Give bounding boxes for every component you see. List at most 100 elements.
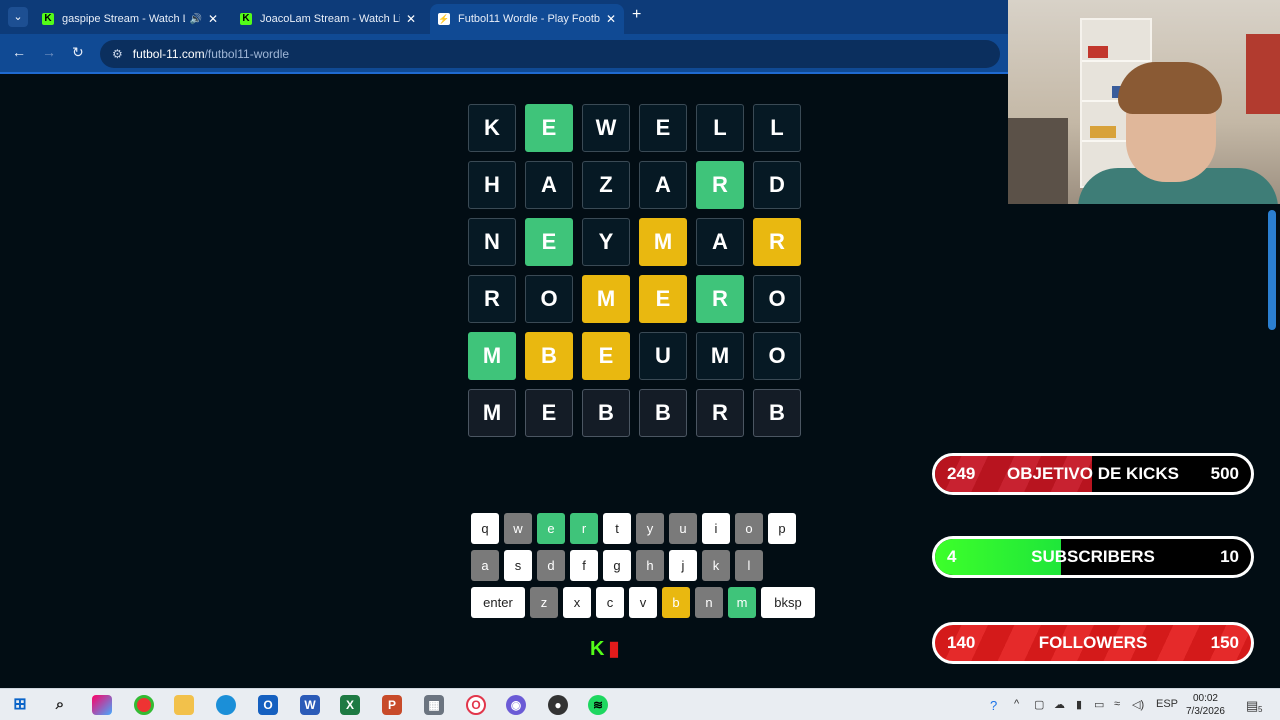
tab-futbol11[interactable]: ⚡ Futbol11 Wordle - Play Football ✕ bbox=[430, 4, 624, 34]
futbol11-favicon-icon: ⚡ bbox=[438, 13, 450, 25]
copilot-icon[interactable] bbox=[92, 695, 112, 715]
key-u[interactable]: u bbox=[669, 513, 697, 544]
key-bksp[interactable]: bksp bbox=[761, 587, 815, 618]
key-c[interactable]: c bbox=[596, 587, 624, 618]
powerpoint-icon[interactable]: P bbox=[382, 695, 402, 715]
key-d[interactable]: d bbox=[537, 550, 565, 581]
cloud-icon[interactable]: ☁ bbox=[1054, 698, 1065, 711]
letter-tile: M bbox=[639, 218, 687, 266]
kick-favicon-icon: K bbox=[240, 13, 252, 25]
word-icon[interactable]: W bbox=[300, 695, 320, 715]
file-explorer-icon[interactable] bbox=[174, 695, 194, 715]
tab-joacolam[interactable]: K JoacoLam Stream - Watch Live ✕ bbox=[232, 4, 424, 34]
wifi-icon[interactable]: ≈ bbox=[1114, 698, 1120, 710]
excel-icon[interactable]: X bbox=[340, 695, 360, 715]
battery-icon[interactable]: ▭ bbox=[1094, 698, 1104, 711]
key-f[interactable]: f bbox=[570, 550, 598, 581]
key-b[interactable]: b bbox=[662, 587, 690, 618]
back-icon[interactable]: ← bbox=[12, 44, 26, 60]
letter-tile: R bbox=[468, 275, 516, 323]
search-icon[interactable]: ⌕ bbox=[50, 695, 70, 715]
opera-icon[interactable]: O bbox=[466, 695, 486, 715]
letter-tile: O bbox=[525, 275, 573, 323]
letter-tile: N bbox=[468, 218, 516, 266]
key-y[interactable]: y bbox=[636, 513, 664, 544]
url-input[interactable]: ⚙ futbol-11.com/futbol11-wordle bbox=[100, 40, 1000, 68]
wordle-grid: KEWELLHAZARDNEYMARROMEROMBEUMOMEBBRB bbox=[468, 104, 810, 446]
windows-start-icon[interactable]: ⊞ bbox=[10, 695, 30, 715]
key-l[interactable]: l bbox=[735, 550, 763, 581]
key-x[interactable]: x bbox=[563, 587, 591, 618]
outlook-icon[interactable]: O bbox=[258, 695, 278, 715]
site-settings-icon[interactable]: ⚙ bbox=[112, 47, 123, 61]
notifications-icon[interactable]: ▤ bbox=[1246, 698, 1258, 714]
page-scrollbar[interactable] bbox=[1268, 210, 1276, 330]
obs-icon[interactable]: ● bbox=[548, 695, 568, 715]
key-w[interactable]: w bbox=[504, 513, 532, 544]
clock-time: 00:02 bbox=[1192, 693, 1218, 704]
close-tab-icon[interactable]: ✕ bbox=[208, 12, 218, 26]
followers-goal: 150 bbox=[1210, 633, 1239, 652]
letter-tile: E bbox=[582, 332, 630, 380]
tab-search-button[interactable]: ⌄ bbox=[8, 7, 28, 27]
guess-row: ROMERO bbox=[468, 275, 810, 323]
tray-app-icon[interactable]: ▢ bbox=[1034, 698, 1044, 711]
spotify-icon[interactable]: ≋ bbox=[588, 695, 608, 715]
letter-tile: B bbox=[753, 389, 801, 437]
edge-icon[interactable] bbox=[216, 695, 236, 715]
chrome-icon[interactable] bbox=[134, 695, 154, 715]
letter-tile: M bbox=[696, 332, 744, 380]
reload-icon[interactable]: ↻ bbox=[72, 44, 84, 61]
notification-count: 5 bbox=[1258, 705, 1263, 714]
key-h[interactable]: h bbox=[636, 550, 664, 581]
calculator-icon[interactable]: ▦ bbox=[424, 695, 444, 715]
forward-icon[interactable]: → bbox=[42, 44, 56, 60]
tab-gaspipe[interactable]: K gaspipe Stream - Watch Live 🔊 ✕ bbox=[34, 4, 226, 34]
key-r[interactable]: r bbox=[570, 513, 598, 544]
volume-icon[interactable]: ◁) bbox=[1132, 698, 1144, 711]
letter-tile: R bbox=[696, 389, 744, 437]
tab-strip: ⌄ K gaspipe Stream - Watch Live 🔊 ✕ K Jo… bbox=[0, 0, 1008, 34]
letter-tile: Z bbox=[582, 161, 630, 209]
key-i[interactable]: i bbox=[702, 513, 730, 544]
key-s[interactable]: s bbox=[504, 550, 532, 581]
key-j[interactable]: j bbox=[669, 550, 697, 581]
key-v[interactable]: v bbox=[629, 587, 657, 618]
tab-title: gaspipe Stream - Watch Live bbox=[62, 13, 185, 25]
help-icon[interactable]: ? bbox=[990, 698, 997, 713]
cam-person-hair bbox=[1118, 62, 1222, 114]
letter-tile: A bbox=[639, 161, 687, 209]
taskbar: ⊞ ⌕ O W X P ▦ O ◉ ● ≋ ? ^ ▢ ☁ ▮ ▭ ≈ ◁) E… bbox=[0, 688, 1280, 720]
key-k[interactable]: k bbox=[702, 550, 730, 581]
close-tab-icon[interactable]: ✕ bbox=[406, 12, 416, 26]
clock[interactable]: 00:02 7/3/2026 bbox=[1186, 692, 1225, 718]
on-screen-keyboard: q w e r t y u i o p a s d f g h j k l enter z x c v b n m bksp bbox=[471, 513, 820, 624]
key-e[interactable]: e bbox=[537, 513, 565, 544]
new-tab-icon[interactable]: + bbox=[632, 6, 641, 24]
kicks-current: 249 bbox=[947, 464, 976, 483]
letter-tile: O bbox=[753, 332, 801, 380]
letter-tile: H bbox=[468, 161, 516, 209]
key-m[interactable]: m bbox=[728, 587, 756, 618]
letter-tile: A bbox=[525, 161, 573, 209]
key-p[interactable]: p bbox=[768, 513, 796, 544]
key-z[interactable]: z bbox=[530, 587, 558, 618]
language-indicator[interactable]: ESP bbox=[1156, 698, 1178, 710]
close-tab-icon[interactable]: ✕ bbox=[606, 12, 616, 26]
speaker-icon[interactable]: 🔊 bbox=[189, 14, 201, 25]
letter-tile: M bbox=[582, 275, 630, 323]
show-hidden-icons-icon[interactable]: ^ bbox=[1014, 698, 1019, 710]
microphone-icon[interactable]: ▮ bbox=[1076, 698, 1082, 711]
followers-goal-bar: FOLLOWERS 140 150 bbox=[932, 622, 1254, 664]
guess-row: MEBBRB bbox=[468, 389, 810, 437]
key-a[interactable]: a bbox=[471, 550, 499, 581]
keyboard-row: enter z x c v b n m bksp bbox=[471, 587, 820, 618]
subscribers-goal-bar: SUBSCRIBERS 4 10 bbox=[932, 536, 1254, 578]
key-enter[interactable]: enter bbox=[471, 587, 525, 618]
key-q[interactable]: q bbox=[471, 513, 499, 544]
key-n[interactable]: n bbox=[695, 587, 723, 618]
key-o[interactable]: o bbox=[735, 513, 763, 544]
discord-icon[interactable]: ◉ bbox=[506, 695, 526, 715]
key-g[interactable]: g bbox=[603, 550, 631, 581]
key-t[interactable]: t bbox=[603, 513, 631, 544]
